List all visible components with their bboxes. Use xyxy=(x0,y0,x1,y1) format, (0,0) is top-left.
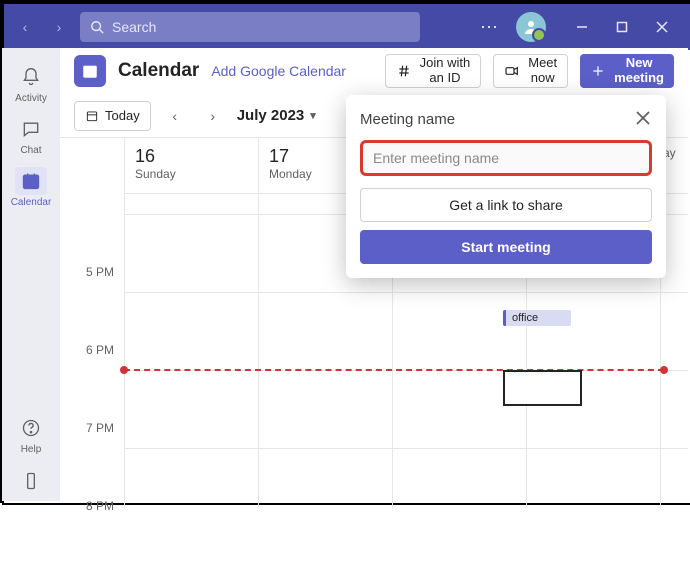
event-chip[interactable]: office xyxy=(503,310,571,326)
meet-now-popover: Meeting name Get a link to share Start m… xyxy=(346,95,666,278)
rail-label: Chat xyxy=(20,145,41,156)
day-header[interactable]: 16 Sunday xyxy=(124,138,258,193)
plus-icon xyxy=(590,63,606,79)
nav-forward-button[interactable]: › xyxy=(46,14,72,40)
calendar-small-icon xyxy=(85,109,99,123)
person-icon xyxy=(523,19,539,35)
start-meeting-button[interactable]: Start meeting xyxy=(360,230,652,264)
rail-label: Help xyxy=(21,444,42,455)
more-menu-button[interactable]: ⋯ xyxy=(472,17,508,38)
chevron-down-icon: ▾ xyxy=(310,109,316,122)
video-icon xyxy=(504,63,520,79)
calendar-icon xyxy=(21,171,41,191)
page-title: Calendar xyxy=(118,60,199,82)
search-icon xyxy=(90,20,104,34)
popover-title: Meeting name xyxy=(360,111,652,128)
time-gutter: 5 PM 6 PM 7 PM 8 PM xyxy=(60,194,124,508)
rail-item-help[interactable]: Help xyxy=(4,409,58,459)
rail-item-device[interactable] xyxy=(4,461,58,501)
minimize-button[interactable] xyxy=(562,12,602,42)
meeting-name-input[interactable] xyxy=(360,140,652,176)
rail-label: Calendar xyxy=(11,197,52,208)
calendar-header: Calendar Add Google Calendar Join withan… xyxy=(60,48,688,94)
help-icon xyxy=(21,418,41,438)
add-google-calendar-link[interactable]: Add Google Calendar xyxy=(211,63,346,79)
prev-period-button[interactable]: ‹ xyxy=(161,102,189,130)
month-picker[interactable]: July 2023 ▾ xyxy=(237,107,316,124)
meet-now-button[interactable]: Meetnow xyxy=(493,54,568,88)
close-window-button[interactable] xyxy=(642,12,682,42)
app-rail: Activity Chat Calendar Help xyxy=(2,48,60,501)
rail-item-chat[interactable]: Chat xyxy=(4,110,58,160)
next-period-button[interactable]: › xyxy=(199,102,227,130)
rail-item-calendar[interactable]: Calendar xyxy=(4,162,58,212)
rail-label: Activity xyxy=(15,93,47,104)
chat-icon xyxy=(21,119,41,139)
close-popover-button[interactable] xyxy=(634,109,652,127)
nav-back-button[interactable]: ‹ xyxy=(12,14,38,40)
rail-item-activity[interactable]: Activity xyxy=(4,58,58,108)
window-controls xyxy=(562,12,682,42)
get-link-button[interactable]: Get a link to share xyxy=(360,188,652,222)
calendar-app-icon xyxy=(74,55,106,87)
bell-icon xyxy=(21,67,41,87)
new-meeting-button[interactable]: Newmeeting xyxy=(580,54,674,88)
hash-icon xyxy=(396,63,412,79)
search-placeholder: Search xyxy=(112,19,156,35)
device-icon xyxy=(21,471,41,491)
current-time-indicator xyxy=(124,369,664,371)
maximize-button[interactable] xyxy=(602,12,642,42)
title-bar: ‹ › Search ⋯ xyxy=(4,4,690,50)
join-with-id-button[interactable]: Join withan ID xyxy=(385,54,482,88)
day-column[interactable] xyxy=(124,194,258,508)
close-icon xyxy=(636,111,650,125)
search-input[interactable]: Search xyxy=(80,12,420,42)
user-avatar[interactable] xyxy=(516,12,546,42)
today-button[interactable]: Today xyxy=(74,101,151,131)
